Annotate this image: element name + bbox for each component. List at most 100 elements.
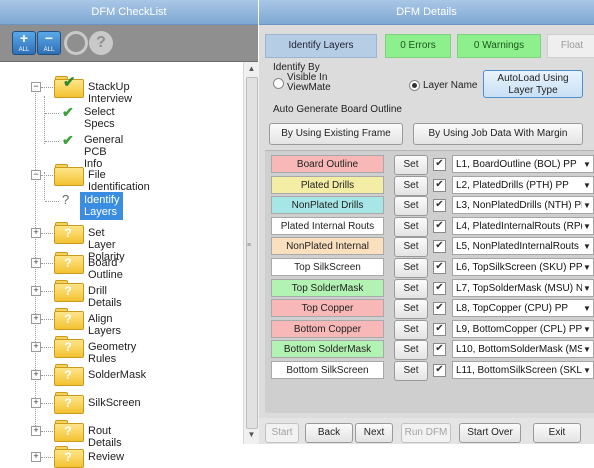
layer-enabled-checkbox[interactable]: ✔ <box>433 261 446 274</box>
expand-icon[interactable]: + <box>31 314 41 324</box>
existing-frame-button[interactable]: By Using Existing Frame <box>269 123 403 145</box>
set-layer-button[interactable]: Set <box>394 361 428 381</box>
chevron-down-icon[interactable]: ▼ <box>582 279 592 296</box>
set-layer-button[interactable]: Set <box>394 216 428 237</box>
layer-select[interactable]: L1, BoardOutline (BOL) PP ▼ <box>452 155 594 173</box>
checklist-toolbar: + ALL − ALL ? <box>0 25 258 62</box>
layer-select[interactable]: L3, NonPlatedDrills (NTH) PF ▼ <box>452 196 594 215</box>
float-button[interactable]: Float <box>547 34 594 58</box>
scroll-down-icon[interactable]: ▼ <box>244 430 259 439</box>
chevron-down-icon[interactable]: ▼ <box>582 341 592 358</box>
radio-layer-name-label: Layer Name <box>423 80 478 91</box>
layer-enabled-checkbox[interactable]: ✔ <box>433 178 446 192</box>
tree-connector-line <box>41 375 53 376</box>
expand-all-button[interactable]: + ALL <box>12 30 36 55</box>
chevron-down-icon[interactable]: ▼ <box>582 238 592 255</box>
exit-button[interactable]: Exit <box>533 423 581 443</box>
set-layer-button[interactable]: Set <box>394 278 428 299</box>
set-layer-button[interactable]: Set <box>394 196 428 217</box>
folder-question-icon: ? <box>54 222 84 244</box>
expand-icon[interactable]: + <box>31 370 41 380</box>
warnings-badge[interactable]: 0 Warnings <box>457 34 541 58</box>
layer-enabled-checkbox[interactable]: ✔ <box>433 322 446 336</box>
layer-enabled-checkbox[interactable]: ✔ <box>433 240 446 254</box>
layer-name-label: Plated Internal Routs <box>271 216 384 235</box>
layer-enabled-checkbox[interactable]: ✔ <box>433 281 446 295</box>
collapse-all-button[interactable]: − ALL <box>37 30 61 55</box>
layer-row: Bottom SilkScreen Set ✔ L11, BottomSilkScre… <box>265 361 594 381</box>
chevron-down-icon[interactable]: ▼ <box>582 176 592 193</box>
layer-enabled-checkbox[interactable]: ✔ <box>433 199 446 213</box>
help-icon[interactable]: ? <box>89 31 113 55</box>
layer-select[interactable]: L8, TopCopper (CPU) PP ▼ <box>452 299 594 318</box>
tree-connector-line <box>45 141 59 142</box>
layer-name-label: Bottom SilkScreen <box>271 361 384 379</box>
layer-select[interactable]: L2, PlatedDrills (PTH) PP ▼ <box>452 175 594 194</box>
expand-icon[interactable]: + <box>31 342 41 352</box>
layer-enabled-checkbox[interactable]: ✔ <box>433 302 446 316</box>
set-layer-button[interactable]: Set <box>394 319 428 340</box>
layer-enabled-checkbox[interactable]: ✔ <box>433 364 446 377</box>
set-layer-button[interactable]: Set <box>394 175 428 196</box>
layer-select[interactable]: L5, NonPlatedInternalRouts (▼ <box>452 237 594 256</box>
layer-select-value: L3, NonPlatedDrills (NTH) PF <box>456 200 588 212</box>
set-layer-button[interactable]: Set <box>394 258 428 278</box>
layer-enabled-checkbox[interactable]: ✔ <box>433 343 446 357</box>
layer-row: NonPlated Internal Routs Set ✔ L5, NonPlate… <box>265 237 594 270</box>
chevron-down-icon[interactable]: ▼ <box>582 156 592 172</box>
layer-row: Board Outline Set ✔ L1, BoardOutline (BOL) … <box>265 155 594 175</box>
collapse-icon[interactable]: − <box>31 82 41 92</box>
tab-identify-layers[interactable]: Identify Layers <box>265 34 377 58</box>
collapse-icon[interactable]: − <box>31 170 41 180</box>
layer-select[interactable]: L6, TopSilkScreen (SKU) PP ▼ <box>452 258 594 276</box>
run-dfm-button[interactable]: Run DFM <box>401 423 451 443</box>
scroll-thumb[interactable] <box>246 77 258 429</box>
layer-name-label: Board Outline <box>271 155 384 173</box>
next-button[interactable]: Next <box>355 423 393 443</box>
set-layer-button[interactable]: Set <box>394 155 428 175</box>
set-layer-button[interactable]: Set <box>394 299 428 320</box>
expand-icon[interactable]: + <box>31 258 41 268</box>
layer-select[interactable]: L4, PlatedInternalRouts (RP(▼ <box>452 216 594 235</box>
folder-question-icon: ? <box>54 446 84 468</box>
radio-layer-name[interactable] <box>409 80 420 91</box>
expand-icon[interactable]: + <box>31 452 41 462</box>
tree-item-label: Align Layers <box>88 313 122 337</box>
radio-viewmate[interactable] <box>273 78 284 89</box>
layer-select[interactable]: L11, BottomSilkScreen (SKL) ▼ <box>452 361 594 379</box>
layer-name-label: Bottom SolderMask <box>271 340 384 359</box>
checklist-tree: − ✔ StackUp Interview ✔ Select Specs ✔ General… <box>0 62 244 468</box>
layer-select[interactable]: L9, BottomCopper (CPL) PP ▼ <box>452 319 594 338</box>
start-over-button[interactable]: Start Over <box>459 423 521 443</box>
expand-icon[interactable]: + <box>31 286 41 296</box>
set-layer-button[interactable]: Set <box>394 237 428 258</box>
scroll-up-icon[interactable]: ▲ <box>244 64 259 73</box>
chevron-down-icon[interactable]: ▼ <box>582 300 592 317</box>
layer-name-label: Top Copper <box>271 299 384 318</box>
expand-icon[interactable]: + <box>31 228 41 238</box>
layer-select[interactable]: L7, TopSolderMask (MSU) N ▼ <box>452 278 594 297</box>
back-button[interactable]: Back <box>305 423 353 443</box>
tree-scrollbar[interactable]: ▲ ≡ ▼ <box>243 62 259 444</box>
layer-select[interactable]: L10, BottomSolderMask (MS ▼ <box>452 340 594 359</box>
layer-row: Top Copper Set ✔ L8, TopCopper (CPU) PP ▼ <box>265 299 594 320</box>
layer-enabled-checkbox[interactable]: ✔ <box>433 158 446 171</box>
errors-badge[interactable]: 0 Errors <box>385 34 451 58</box>
autoload-button[interactable]: AutoLoad Using Layer Type <box>483 70 583 98</box>
start-button[interactable]: Start <box>265 423 299 443</box>
chevron-down-icon[interactable]: ▼ <box>582 197 592 214</box>
expand-icon[interactable]: + <box>31 426 41 436</box>
chevron-down-icon[interactable]: ▼ <box>582 362 592 378</box>
expand-icon[interactable]: + <box>31 398 41 408</box>
chevron-down-icon[interactable]: ▼ <box>582 259 592 275</box>
set-layer-button[interactable]: Set <box>394 340 428 361</box>
chevron-down-icon[interactable]: ▼ <box>582 320 592 337</box>
layer-select-value: L8, TopCopper (CPU) PP <box>456 303 569 315</box>
layer-enabled-checkbox[interactable]: ✔ <box>433 219 446 233</box>
folder-icon <box>54 164 84 186</box>
refresh-icon[interactable] <box>64 31 88 55</box>
job-data-margin-button[interactable]: By Using Job Data With Margin <box>413 123 583 145</box>
scroll-grip-icon: ≡ <box>247 242 252 249</box>
layer-name-label: Bottom Copper <box>271 319 384 338</box>
chevron-down-icon[interactable]: ▼ <box>582 217 592 234</box>
